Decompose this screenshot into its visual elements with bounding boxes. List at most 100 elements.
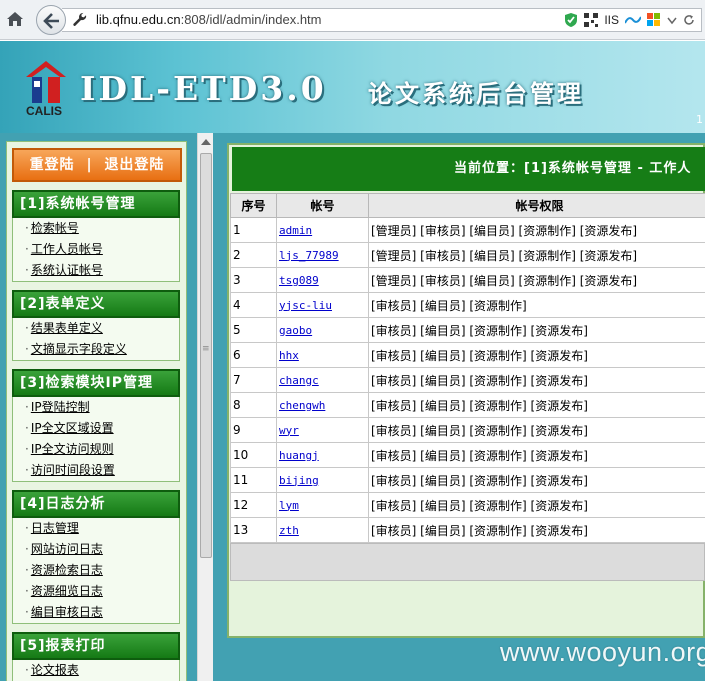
row-number: 10 <box>230 442 277 468</box>
qr-icon[interactable] <box>584 13 599 27</box>
table-footer <box>230 543 705 581</box>
account-link[interactable]: hhx <box>276 342 369 368</box>
menu-section-1-title[interactable]: [1]系统帐号管理 <box>12 190 180 218</box>
table-row: 4 yjsc-liu [审核员] [编目员] [资源制作] <box>230 292 705 318</box>
relogin-link[interactable]: 重登陆 <box>30 157 75 173</box>
account-rights: [管理员] [审核员] [编目员] [资源制作] [资源发布] <box>368 242 705 268</box>
table-row: 5 gaobo [审核员] [编目员] [资源制作] [资源发布] <box>230 317 705 343</box>
watermark-text: www.wooyun.org <box>500 637 705 667</box>
column-header-no: 序号 <box>230 193 277 218</box>
row-number: 13 <box>230 517 277 543</box>
shield-icon[interactable] <box>564 12 578 28</box>
menu-item[interactable]: · 结果表单定义 <box>13 318 179 339</box>
menu-item[interactable]: · IP登陆控制 <box>13 397 179 418</box>
menu-item[interactable]: · 编目审核日志 <box>13 602 179 623</box>
row-number: 11 <box>230 467 277 493</box>
menu-item[interactable]: · IP全文访问规则 <box>13 439 179 460</box>
row-number: 4 <box>230 292 277 318</box>
menu-section-2-title[interactable]: [2]表单定义 <box>12 290 180 318</box>
account-rights: [审核员] [编目员] [资源制作] [资源发布] <box>368 392 705 418</box>
row-number: 12 <box>230 492 277 518</box>
table-row: 2 ljs_77989 [管理员] [审核员] [编目员] [资源制作] [资源发布… <box>230 242 705 268</box>
sidebar: 重登陆 | 退出登陆 [1]系统帐号管理 · 检索帐号 · 工作人员帐号 · 系统认证… <box>0 133 197 681</box>
logout-link[interactable]: 退出登陆 <box>104 157 164 173</box>
table-row: 13 zth [审核员] [编目员] [资源制作] [资源发布] <box>230 517 705 543</box>
row-number: 2 <box>230 242 277 268</box>
account-link[interactable]: changc <box>276 367 369 393</box>
header-banner: CALIS IDL-ETD3.0 论文系统后台管理 1 <box>0 41 705 133</box>
url-path: :808/idl/admin/index.htm <box>180 12 322 27</box>
menu-item[interactable]: · 检索帐号 <box>13 218 179 239</box>
address-bar-icons: IIS <box>564 12 695 28</box>
menu-item[interactable]: · 资源检索日志 <box>13 560 179 581</box>
account-link[interactable]: wyr <box>276 417 369 443</box>
account-link[interactable]: bijing <box>276 467 369 493</box>
account-link[interactable]: zth <box>276 517 369 543</box>
menu-item[interactable]: · 网站访问日志 <box>13 539 179 560</box>
menu-item[interactable]: · 工作人员帐号 <box>13 239 179 260</box>
account-link[interactable]: ljs_77989 <box>276 242 369 268</box>
login-separator: | <box>86 157 93 173</box>
refresh-icon[interactable] <box>683 14 695 26</box>
vertical-scrollbar[interactable]: ≡ <box>197 133 213 681</box>
account-rights: [审核员] [编目员] [资源制作] [资源发布] <box>368 417 705 443</box>
menu-section-1: · 检索帐号 · 工作人员帐号 · 系统认证帐号 <box>12 218 180 282</box>
account-link[interactable]: tsg089 <box>276 267 369 293</box>
location-text: 当前位置：[1]系统帐号管理 - 工作人 <box>454 161 692 176</box>
column-header-rights: 帐号权限 <box>368 193 705 218</box>
system-name: IDL-ETD3.0 <box>80 69 327 108</box>
account-rights: [审核员] [编目员] [资源制作] [资源发布] <box>368 492 705 518</box>
banner-edge-text: 1 <box>696 113 703 126</box>
menu-section-5: · 论文报表 <box>12 660 180 681</box>
row-number: 7 <box>230 367 277 393</box>
menu-item[interactable]: · IP全文区域设置 <box>13 418 179 439</box>
menu-item[interactable]: · 系统认证帐号 <box>13 260 179 281</box>
windows-logo-icon <box>647 13 660 26</box>
account-link[interactable]: chengwh <box>276 392 369 418</box>
back-arrow-icon <box>43 13 59 29</box>
account-link[interactable]: yjsc-liu <box>276 292 369 318</box>
menu-section-5-title[interactable]: [5]报表打印 <box>12 632 180 660</box>
row-number: 1 <box>230 217 277 243</box>
account-rights: [审核员] [编目员] [资源制作] <box>368 292 705 318</box>
row-number: 9 <box>230 417 277 443</box>
account-link[interactable]: admin <box>276 217 369 243</box>
back-button[interactable] <box>36 5 66 35</box>
menu-section-3: · IP登陆控制 · IP全文区域设置 · IP全文访问规则 · 访问时间段设置 <box>12 397 180 482</box>
logo-text: CALIS <box>26 104 62 118</box>
url-text: lib.qfnu.edu.cn:808/idl/admin/index.htm <box>96 12 322 27</box>
account-rights: [管理员] [审核员] [编目员] [资源制作] [资源发布] <box>368 217 705 243</box>
menu-item[interactable]: · 资源细览日志 <box>13 581 179 602</box>
table-row: 1 admin [管理员] [审核员] [编目员] [资源制作] [资源发布] <box>230 217 705 243</box>
system-subtitle: 论文系统后台管理 <box>368 80 584 108</box>
menu-item[interactable]: · 日志管理 <box>13 518 179 539</box>
table-row: 3 tsg089 [管理员] [审核员] [编目员] [资源制作] [资源发布] <box>230 267 705 293</box>
account-link[interactable]: lym <box>276 492 369 518</box>
column-header-account: 帐号 <box>276 193 369 218</box>
account-rights: [审核员] [编目员] [资源制作] [资源发布] <box>368 442 705 468</box>
account-rights: [审核员] [编目员] [资源制作] [资源发布] <box>368 517 705 543</box>
menu-section-2: · 结果表单定义 · 文摘显示字段定义 <box>12 318 180 361</box>
address-bar[interactable]: lib.qfnu.edu.cn:808/idl/admin/index.htm … <box>62 8 702 32</box>
account-rights: [审核员] [编目员] [资源制作] [资源发布] <box>368 467 705 493</box>
menu-section-3-title[interactable]: [3]检索模块IP管理 <box>12 369 180 397</box>
table-row: 8 chengwh [审核员] [编目员] [资源制作] [资源发布] <box>230 392 705 418</box>
scroll-up-icon[interactable] <box>201 139 211 145</box>
menu-section-4: · 日志管理 · 网站访问日志 · 资源检索日志 · 资源细览日志 · 编目审核日志 <box>12 518 180 624</box>
menu-item[interactable]: · 文摘显示字段定义 <box>13 339 179 360</box>
account-link[interactable]: gaobo <box>276 317 369 343</box>
menu-section-4-title[interactable]: [4]日志分析 <box>12 490 180 518</box>
account-link[interactable]: huangj <box>276 442 369 468</box>
home-icon[interactable] <box>6 10 24 28</box>
dropdown-icon[interactable] <box>667 15 677 25</box>
table-row: 10 huangj [审核员] [编目员] [资源制作] [资源发布] <box>230 442 705 468</box>
row-number: 8 <box>230 392 277 418</box>
menu-item[interactable]: · 论文报表 <box>13 660 179 681</box>
signal-icon <box>625 16 641 24</box>
url-host: lib.qfnu.edu.cn <box>96 12 181 27</box>
wrench-icon <box>73 12 87 26</box>
browser-toolbar: lib.qfnu.edu.cn:808/idl/admin/index.htm … <box>0 0 705 40</box>
scroll-thumb[interactable]: ≡ <box>200 153 212 558</box>
menu-item[interactable]: · 访问时间段设置 <box>13 460 179 481</box>
location-bar: 当前位置：[1]系统帐号管理 - 工作人 <box>232 147 705 191</box>
